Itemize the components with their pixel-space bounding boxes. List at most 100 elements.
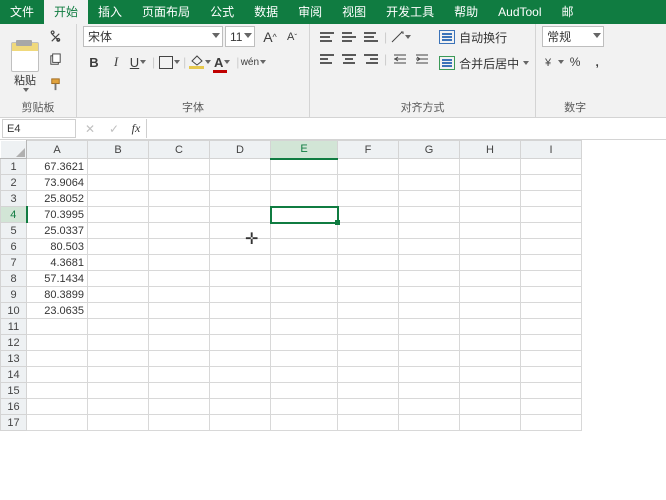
font-color-button[interactable]: A — [211, 51, 233, 73]
bold-button[interactable]: B — [83, 51, 105, 73]
cell[interactable] — [88, 351, 149, 367]
cell[interactable] — [460, 223, 521, 239]
cell[interactable] — [271, 399, 338, 415]
cell[interactable] — [149, 383, 210, 399]
cell[interactable] — [210, 415, 271, 431]
cell[interactable] — [149, 271, 210, 287]
cell[interactable] — [210, 287, 271, 303]
cell[interactable] — [271, 367, 338, 383]
row-header-14[interactable]: 14 — [1, 367, 27, 383]
cell[interactable] — [338, 399, 399, 415]
cell[interactable] — [338, 415, 399, 431]
cell[interactable] — [210, 367, 271, 383]
chevron-down-icon[interactable] — [244, 33, 252, 38]
row-header-1[interactable]: 1 — [1, 159, 27, 175]
cell[interactable] — [88, 399, 149, 415]
cell[interactable] — [210, 319, 271, 335]
cell[interactable] — [460, 303, 521, 319]
cell[interactable] — [521, 319, 582, 335]
cell[interactable] — [521, 415, 582, 431]
align-right-button[interactable] — [360, 48, 382, 70]
cell[interactable] — [460, 159, 521, 175]
fill-color-button[interactable] — [189, 51, 211, 73]
cell[interactable] — [460, 415, 521, 431]
cell[interactable] — [149, 335, 210, 351]
tab-页面布局[interactable]: 页面布局 — [132, 0, 200, 24]
cell[interactable] — [338, 319, 399, 335]
cell[interactable]: 4.3681 — [27, 255, 88, 271]
cell[interactable] — [88, 223, 149, 239]
cell[interactable] — [271, 335, 338, 351]
cell[interactable] — [460, 271, 521, 287]
row-header-4[interactable]: 4 — [1, 207, 27, 223]
cell[interactable]: 80.503 — [27, 239, 88, 255]
cell[interactable] — [88, 287, 149, 303]
name-box[interactable]: E4 — [2, 119, 76, 138]
cell[interactable] — [210, 175, 271, 191]
cell[interactable] — [149, 303, 210, 319]
cell[interactable] — [210, 399, 271, 415]
tab-数据[interactable]: 数据 — [244, 0, 288, 24]
cell[interactable] — [271, 303, 338, 319]
cell[interactable] — [399, 383, 460, 399]
cell[interactable] — [399, 159, 460, 175]
cell[interactable] — [271, 271, 338, 287]
cell[interactable] — [88, 207, 149, 223]
cell[interactable] — [210, 303, 271, 319]
cell[interactable] — [338, 271, 399, 287]
cell[interactable] — [88, 175, 149, 191]
cell[interactable] — [88, 319, 149, 335]
cell[interactable] — [210, 223, 271, 239]
row-header-13[interactable]: 13 — [1, 351, 27, 367]
row-header-17[interactable]: 17 — [1, 415, 27, 431]
col-header-B[interactable]: B — [88, 141, 149, 159]
cell[interactable] — [399, 319, 460, 335]
tab-开发工具[interactable]: 开发工具 — [376, 0, 444, 24]
font-size-combo[interactable]: 11 — [225, 26, 255, 47]
col-header-D[interactable]: D — [210, 141, 271, 159]
cell[interactable] — [338, 303, 399, 319]
decrease-font-button[interactable]: Aˇ — [281, 26, 303, 48]
align-left-button[interactable] — [316, 48, 338, 70]
row-header-3[interactable]: 3 — [1, 191, 27, 207]
row-header-15[interactable]: 15 — [1, 383, 27, 399]
tab-文件[interactable]: 文件 — [0, 0, 44, 24]
cell[interactable] — [271, 159, 338, 175]
cell[interactable] — [88, 383, 149, 399]
cell[interactable] — [27, 351, 88, 367]
cell[interactable] — [399, 175, 460, 191]
cell[interactable] — [338, 239, 399, 255]
cell[interactable] — [399, 335, 460, 351]
cell[interactable] — [210, 335, 271, 351]
tab-公式[interactable]: 公式 — [200, 0, 244, 24]
cell[interactable] — [149, 191, 210, 207]
cell[interactable] — [27, 319, 88, 335]
cell[interactable] — [88, 335, 149, 351]
format-painter-button[interactable] — [46, 75, 64, 93]
cell[interactable]: 25.8052 — [27, 191, 88, 207]
tab-插入[interactable]: 插入 — [88, 0, 132, 24]
cell[interactable] — [460, 175, 521, 191]
cell[interactable] — [88, 159, 149, 175]
cell[interactable] — [88, 271, 149, 287]
select-all-corner[interactable] — [1, 141, 27, 159]
cell[interactable] — [338, 191, 399, 207]
cell[interactable] — [521, 239, 582, 255]
cell[interactable] — [460, 335, 521, 351]
row-header-10[interactable]: 10 — [1, 303, 27, 319]
row-header-7[interactable]: 7 — [1, 255, 27, 271]
cell[interactable] — [149, 415, 210, 431]
cell[interactable] — [210, 271, 271, 287]
cell[interactable] — [399, 191, 460, 207]
cell[interactable] — [460, 351, 521, 367]
cell[interactable] — [521, 383, 582, 399]
cell[interactable] — [521, 159, 582, 175]
cell[interactable] — [521, 367, 582, 383]
cell[interactable]: 57.1434 — [27, 271, 88, 287]
phonetic-button[interactable]: wén — [242, 51, 264, 73]
row-header-16[interactable]: 16 — [1, 399, 27, 415]
cell[interactable] — [399, 255, 460, 271]
increase-font-button[interactable]: A^ — [259, 26, 281, 48]
cell[interactable] — [27, 383, 88, 399]
align-top-button[interactable] — [316, 26, 338, 48]
